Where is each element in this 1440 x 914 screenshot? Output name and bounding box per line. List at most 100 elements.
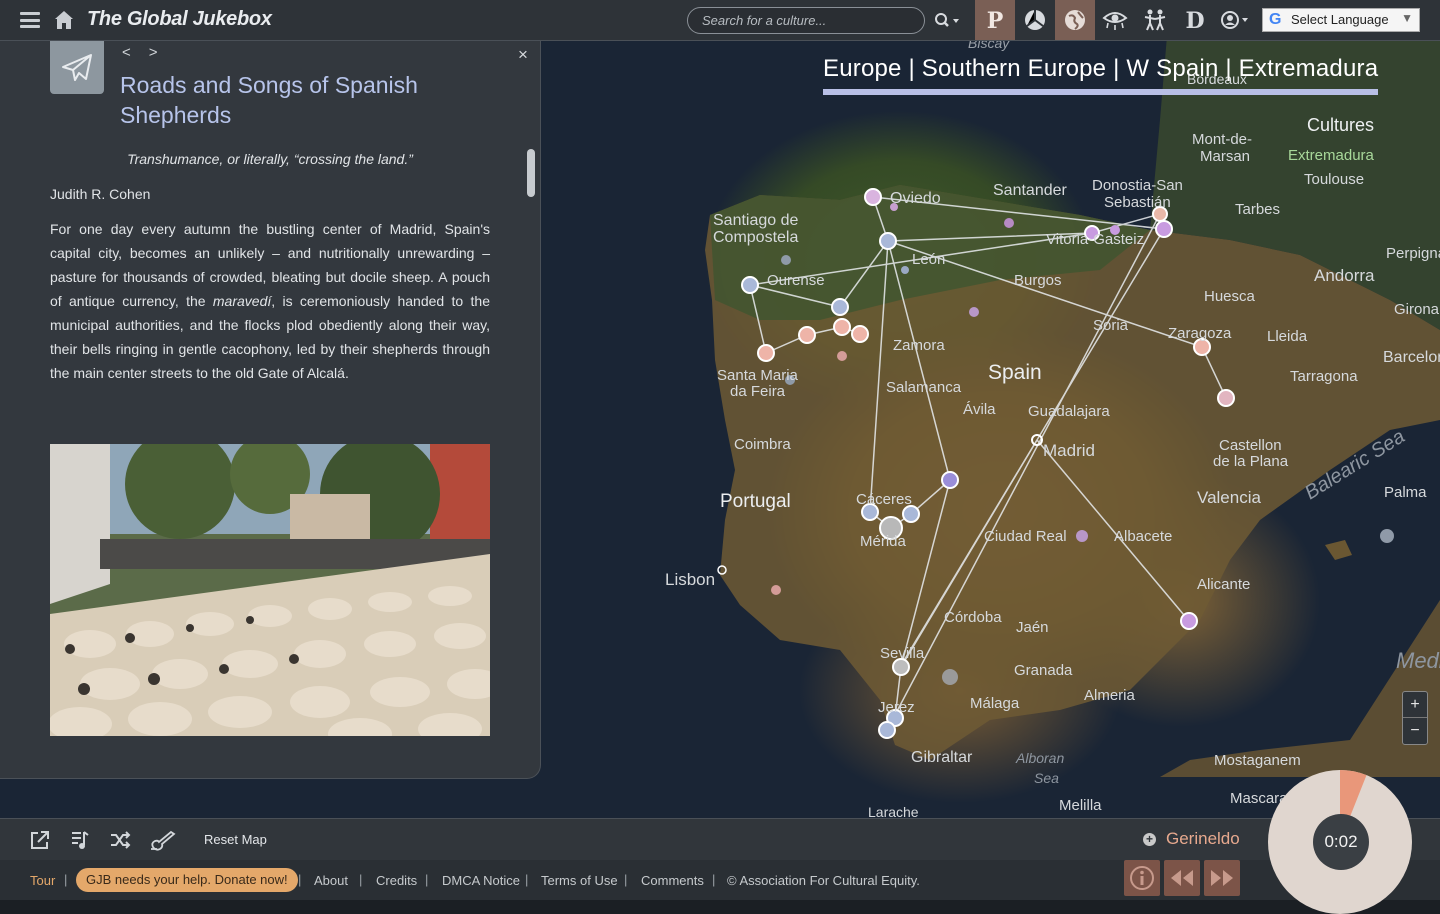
label-huesca: Huesca [1204,288,1256,305]
panel-scrollbar[interactable] [527,149,535,197]
label-jerez: Jerez [878,699,915,716]
label-oviedo: Oviedo [890,190,941,207]
story-body: For one day every autumn the bustling ce… [50,221,490,381]
now-playing[interactable]: + Gerineldo [1143,829,1240,849]
island-mallorca [1325,540,1352,560]
p-icon[interactable]: P [975,0,1015,40]
guitar-icon[interactable] [149,829,177,851]
label-guadalajara: Guadalajara [1028,403,1110,420]
label-coimbra: Coimbra [734,436,791,453]
about-link[interactable]: About [314,873,348,888]
label-cordoba: Córdoba [944,609,1002,626]
fast-forward-icon[interactable] [1204,860,1240,896]
label-portugal: Portugal [720,491,791,512]
d-icon[interactable]: D [1175,0,1215,40]
label-ourense: Ourense [767,272,825,289]
reset-map-button[interactable]: Reset Map [204,832,267,847]
zoom-in-button[interactable]: + [1403,692,1427,718]
sheep-photo [50,444,490,736]
eye-icon[interactable] [1095,0,1135,40]
label-albacete: Albacete [1114,528,1172,545]
label-soria: Soria [1093,317,1129,334]
zoom-out-button[interactable]: − [1403,718,1427,744]
add-icon[interactable]: + [1143,833,1156,846]
playlist-icon[interactable] [69,829,91,851]
paper-plane-icon [50,41,104,94]
label-sevilla: Sevilla [880,645,925,662]
story-nav: <> [122,44,176,61]
label-leon: León [912,251,945,268]
comments-link[interactable]: Comments [641,873,704,888]
copyright-text: © Association For Cultural Equity. [727,873,920,888]
label-palma: Palma [1384,484,1427,501]
song-title: Gerineldo [1166,829,1240,848]
canteros-icon[interactable] [1015,0,1055,40]
prev-button[interactable]: < [122,44,149,61]
label-girona: Girona [1394,301,1440,318]
search-input[interactable] [687,7,925,34]
label-mont-de-marsan: Mont-de- [1192,131,1252,148]
label-vitoria: Vitoria-Gasteiz [1046,231,1144,248]
playback-timer[interactable]: 0:02 [1268,770,1412,914]
story-author: Judith R. Cohen [50,186,151,202]
label-salamanca: Salamanca [886,379,962,396]
globe-icon[interactable] [1055,0,1095,40]
label-granada: Granada [1014,662,1073,679]
label-biscay: Biscay [968,41,1010,51]
label-zamora: Zamora [893,337,945,354]
story-title: Roads and Songs of Spanish Shepherds [120,72,418,128]
label-valencia: Valencia [1197,488,1261,507]
label-caceres: Cáceres [856,491,912,508]
label-merida: Mérida [860,533,907,550]
label-alboran: Alboran [1015,750,1064,766]
svg-text:D: D [1185,8,1204,32]
google-icon: G [1269,11,1282,28]
label-castellon: Castellon [1219,437,1282,454]
credits-link[interactable]: Credits [376,873,417,888]
label-barcelona: Barcelona [1383,349,1440,366]
label-tarbes: Tarbes [1235,201,1280,218]
label-alicante: Alicante [1197,576,1250,593]
shuffle-icon[interactable] [109,829,131,851]
chevron-down-icon: ▼ [1401,11,1413,25]
africa-land [1160,600,1440,777]
search-icon[interactable] [934,11,962,31]
donate-button[interactable]: GJB needs your help. Donate now! [76,868,298,892]
label-lleida: Lleida [1267,328,1308,345]
app-title[interactable]: The Global Jukebox [87,8,272,31]
culture-item-extremadura[interactable]: Extremadura [1288,147,1374,164]
external-link-icon[interactable] [29,829,51,851]
label-madrid: Madrid [1043,441,1095,460]
svg-text:P: P [987,8,1004,32]
info-icon[interactable] [1124,860,1160,896]
close-button[interactable]: × [518,45,528,65]
time-display: 0:02 [1313,814,1369,870]
menu-icon[interactable] [20,12,40,28]
home-icon[interactable] [53,9,75,31]
label-mediterranean: Medi [1396,648,1440,673]
player-bar: Reset Map + Gerineldo [0,818,1440,860]
label-zaragoza: Zaragoza [1168,325,1232,342]
label-melilla: Melilla [1059,797,1102,814]
tour-link[interactable]: Tour [30,873,55,888]
zoom-control: + − [1402,691,1428,745]
label-gibraltar: Gibraltar [911,749,973,766]
label-tarragona: Tarragona [1290,368,1358,385]
next-button[interactable]: > [149,44,176,61]
label-mostaganem: Mostaganem [1214,752,1301,769]
language-select[interactable]: G Select Language ▼ [1262,8,1420,32]
map-breadcrumb: Europe | Southern Europe | W Spain | Ext… [823,55,1379,95]
label-mont-de-marsan-2: Marsan [1200,148,1250,165]
terms-link[interactable]: Terms of Use [541,873,618,888]
dmca-link[interactable]: DMCA Notice [442,873,520,888]
label-malaga: Málaga [970,695,1020,712]
dance-icon[interactable] [1135,0,1175,40]
label-avila: Ávila [963,401,996,418]
label-da-feira: da Feira [730,383,786,400]
language-label: Select Language [1291,12,1389,27]
top-bar: The Global Jukebox P D G Select Language… [0,0,1440,41]
rewind-icon[interactable] [1164,860,1200,896]
profile-icon[interactable] [1215,0,1255,40]
label-larache: Larache [868,804,919,818]
label-burgos: Burgos [1014,272,1062,289]
